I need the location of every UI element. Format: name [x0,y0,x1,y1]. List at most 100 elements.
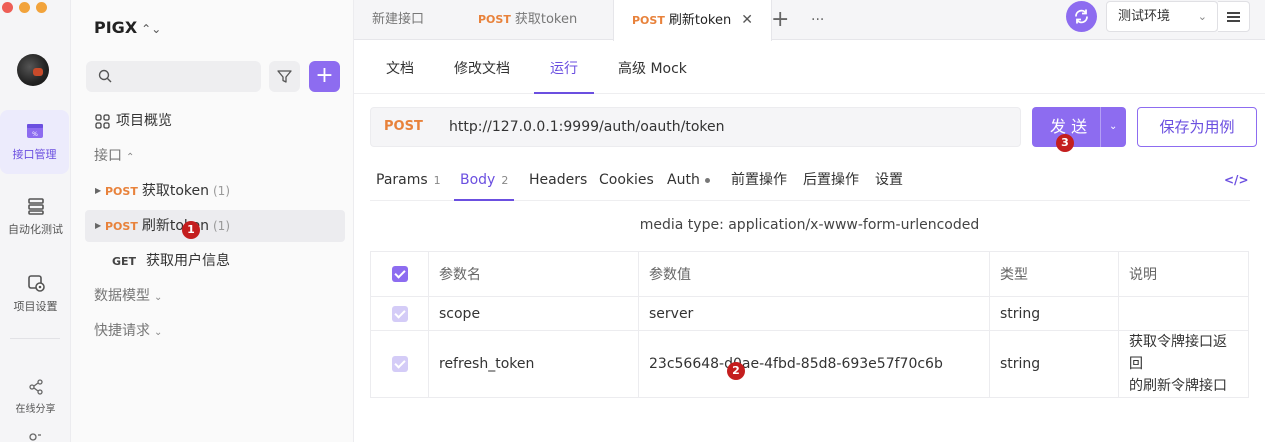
filter-button[interactable] [269,61,300,92]
reqtab-settings[interactable]: 设置 [875,161,903,201]
param-desc[interactable] [1118,296,1249,331]
request-tabs: Params 1 Body 2 Headers Cookies Auth 前置操作 … [370,161,1250,201]
param-value[interactable]: 23c56648-d0ae-4fbd-85d8-693e57f70c6b [638,330,990,398]
close-icon[interactable]: ✕ [741,12,753,28]
rail-item-label: 项目设置 [13,300,58,313]
environment-value: 测试环境 [1118,9,1171,24]
rail-item-share[interactable]: 在线分享 [0,379,71,415]
filter-icon [277,70,292,83]
tab-refresh-token[interactable]: POST 刷新token ✕ [613,0,772,41]
group-models-label: 数据模型 [94,288,150,304]
subtab-advanced-mock[interactable]: 高级 Mock [618,40,687,94]
method-select[interactable]: POST [384,108,423,146]
group-requests-label: 快捷请求 [94,323,150,339]
param-desc-line: 的刷新令牌接口 [1129,378,1227,394]
chevron-down-icon: ⌄ [154,292,163,303]
group-api[interactable]: 接口 ⌃ [85,140,345,172]
dot-icon [704,177,710,183]
search-icon [98,69,112,83]
rail-item-automation[interactable]: 自动化测试 [0,196,71,237]
case-count: (1) [213,219,230,233]
tab-new-api[interactable]: 新建接口 [354,0,442,40]
group-data-models[interactable]: 数据模型 ⌄ [85,280,345,312]
automation-icon [27,198,44,215]
param-type[interactable]: string [989,330,1119,398]
minimize-window-button[interactable] [19,2,30,13]
subtab-docs[interactable]: 文档 [386,40,414,94]
sync-icon [1075,9,1088,24]
app-window: % 接口管理 自动化测试 项目设置 在线分享 PIGX ⌃⌄ + 项目概览 接口… [0,0,1265,442]
param-name[interactable]: scope [428,296,639,331]
overview-label: 项目概览 [116,113,172,129]
api-name: 获取用户信息 [146,253,231,269]
search-input[interactable] [86,61,261,92]
chevron-down-icon: ⌄ [1197,10,1207,23]
url-input[interactable]: http://127.0.0.1:9999/auth/oauth/token [449,108,725,146]
reqtab-label: Auth [667,172,700,188]
subtab-run[interactable]: 运行 [534,40,594,94]
reqtab-headers[interactable]: Headers [529,161,587,201]
media-type-label: media type: application/x-www-form-urlen… [639,217,980,233]
grid-icon [95,113,110,129]
new-tab-button[interactable]: + [771,0,789,40]
project-overview[interactable]: 项目概览 [85,105,345,137]
row-checkbox[interactable] [391,356,408,372]
table-row: refresh_token 23c56648-d0ae-4fbd-85d8-69… [370,330,1249,398]
reqtab-post-processors[interactable]: 后置操作 [803,161,859,201]
tab-get-token[interactable]: POST 获取token [460,0,595,40]
subtab-edit-docs[interactable]: 修改文档 [454,40,510,94]
add-button[interactable]: + [309,61,340,92]
row-checkbox[interactable] [391,305,408,322]
left-rail: % 接口管理 自动化测试 项目设置 在线分享 [0,0,71,442]
row-check-cell [370,296,429,331]
environment-menu-button[interactable] [1218,1,1250,32]
param-desc[interactable]: 获取令牌接口返回的刷新令牌接口 [1118,330,1249,398]
param-type[interactable]: string [989,296,1119,331]
method-badge: POST [105,220,138,233]
rail-item-label: 接口管理 [12,148,57,161]
chevron-up-icon: ⌃ [126,152,135,163]
rail-divider [10,338,60,339]
column-header: 说明 [1118,251,1249,297]
tree-item-refresh-token[interactable]: ▶ POST 刷新token (1) [85,210,345,242]
avatar[interactable] [17,54,49,86]
group-quick-requests[interactable]: 快捷请求 ⌄ [85,315,345,347]
env-sync-button[interactable] [1066,1,1097,32]
send-button[interactable]: 发 送 ⌄ [1032,107,1126,147]
code-icon[interactable]: </> [1224,173,1249,187]
environment-select[interactable]: 测试环境 ⌄ [1106,1,1218,32]
tab-bar: 新建接口 POST 获取token POST 刷新token ✕ + ··· 测试环境… [354,0,1265,41]
api-name: 获取token [141,183,209,199]
case-count: (1) [213,184,230,198]
save-as-case-button[interactable]: 保存为用例 [1137,107,1257,147]
method-badge: POST [105,185,138,198]
project-switcher[interactable]: PIGX ⌃⌄ [94,18,161,37]
rail-item-api-management[interactable]: % 接口管理 [0,110,69,174]
chevron-down-icon: ⌄ [154,327,163,338]
reqtab-auth[interactable]: Auth [667,161,710,201]
api-icon: % [26,124,43,138]
reqtab-cookies[interactable]: Cookies [599,161,654,201]
reqtab-params[interactable]: Params 1 [376,161,441,201]
tree-item-get-user-info[interactable]: GET 获取用户信息 [85,245,345,277]
select-all-checkbox[interactable] [391,266,408,282]
tab-more-button[interactable]: ··· [811,0,824,40]
url-bar[interactable]: POST http://127.0.0.1:9999/auth/oauth/to… [370,107,1021,147]
reqtab-pre-processors[interactable]: 前置操作 [731,161,787,201]
reqtab-label: Params [376,172,428,188]
rail-item-project-settings[interactable]: 项目设置 [0,273,71,314]
tab-label: 刷新token [668,13,732,28]
method-badge: POST [632,14,665,27]
select-all-cell [370,251,429,297]
maximize-window-button[interactable] [36,2,47,13]
param-value[interactable]: server [638,296,990,331]
param-name[interactable]: refresh_token [428,330,639,398]
column-header: 类型 [989,251,1119,297]
close-window-button[interactable] [2,2,13,13]
reqtab-count: 2 [501,174,509,187]
table-row: scope server string [370,296,1249,331]
param-desc-line: 获取令牌接口返回 [1129,334,1227,372]
reqtab-body[interactable]: Body 2 [454,161,515,201]
chevron-down-icon[interactable]: ⌄ [1109,107,1117,147]
tree-item-get-token[interactable]: ▶ POST 获取token (1) [85,175,345,207]
